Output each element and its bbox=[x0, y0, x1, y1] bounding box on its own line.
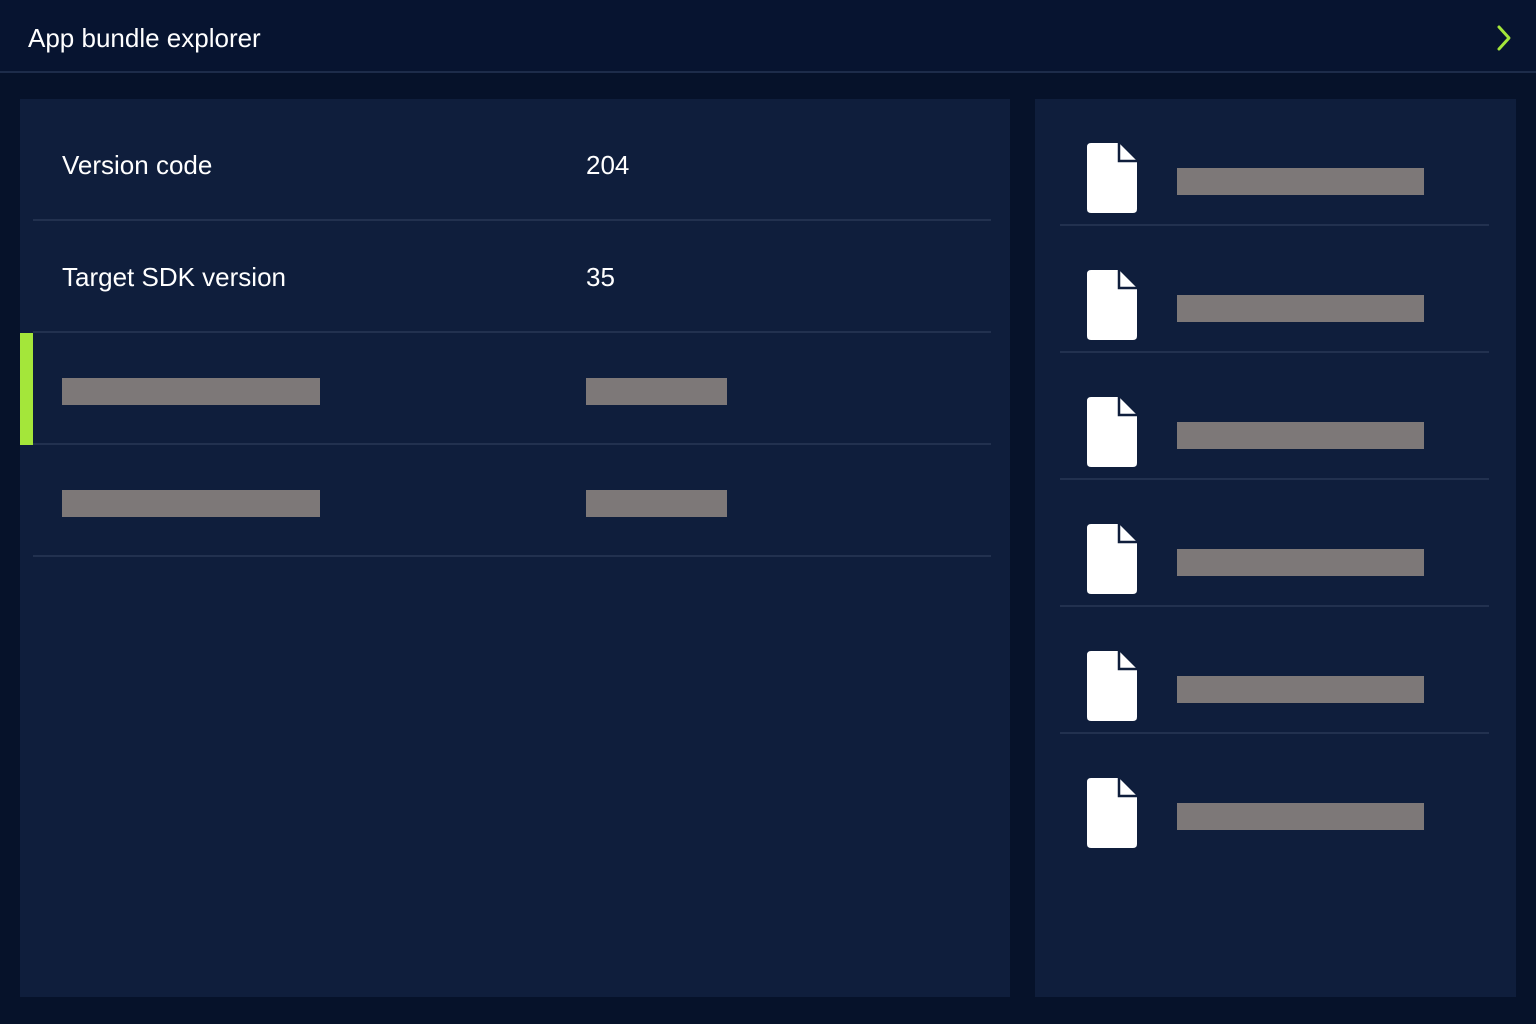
file-row[interactable] bbox=[1060, 353, 1489, 480]
property-name-placeholder bbox=[62, 490, 320, 517]
property-row[interactable] bbox=[33, 445, 991, 557]
property-row-target-sdk[interactable]: Target SDK version 35 bbox=[33, 221, 991, 333]
file-row[interactable] bbox=[1060, 99, 1489, 226]
file-row[interactable] bbox=[1060, 226, 1489, 353]
property-name: Target SDK version bbox=[62, 262, 286, 292]
selection-indicator bbox=[20, 333, 33, 445]
file-icon bbox=[1087, 651, 1137, 721]
property-name: Version code bbox=[62, 150, 213, 180]
property-value-placeholder bbox=[586, 378, 727, 405]
file-name-placeholder bbox=[1177, 295, 1424, 322]
file-icon bbox=[1087, 143, 1137, 213]
chevron-right-icon bbox=[1497, 25, 1511, 51]
property-row-version-code[interactable]: Version code 204 bbox=[33, 99, 991, 221]
file-name-placeholder bbox=[1177, 549, 1424, 576]
file-row[interactable] bbox=[1060, 480, 1489, 607]
file-name-placeholder bbox=[1177, 168, 1424, 195]
files-panel bbox=[1035, 99, 1516, 997]
properties-panel: Version code 204 Target SDK version 35 bbox=[20, 99, 1010, 997]
top-bar: App bundle explorer bbox=[0, 0, 1536, 73]
file-icon bbox=[1087, 778, 1137, 848]
file-name-placeholder bbox=[1177, 676, 1424, 703]
next-button[interactable] bbox=[1486, 20, 1522, 56]
property-value-placeholder bbox=[586, 490, 727, 517]
file-name-placeholder bbox=[1177, 803, 1424, 830]
property-value: 35 bbox=[586, 262, 615, 292]
file-row[interactable] bbox=[1060, 607, 1489, 734]
file-row[interactable] bbox=[1060, 734, 1489, 861]
property-value: 204 bbox=[586, 150, 630, 180]
file-icon bbox=[1087, 524, 1137, 594]
property-name-placeholder bbox=[62, 378, 320, 405]
app-title: App bundle explorer bbox=[28, 23, 261, 53]
property-row-selected[interactable] bbox=[20, 333, 991, 445]
file-icon bbox=[1087, 270, 1137, 340]
file-name-placeholder bbox=[1177, 422, 1424, 449]
file-icon bbox=[1087, 397, 1137, 467]
